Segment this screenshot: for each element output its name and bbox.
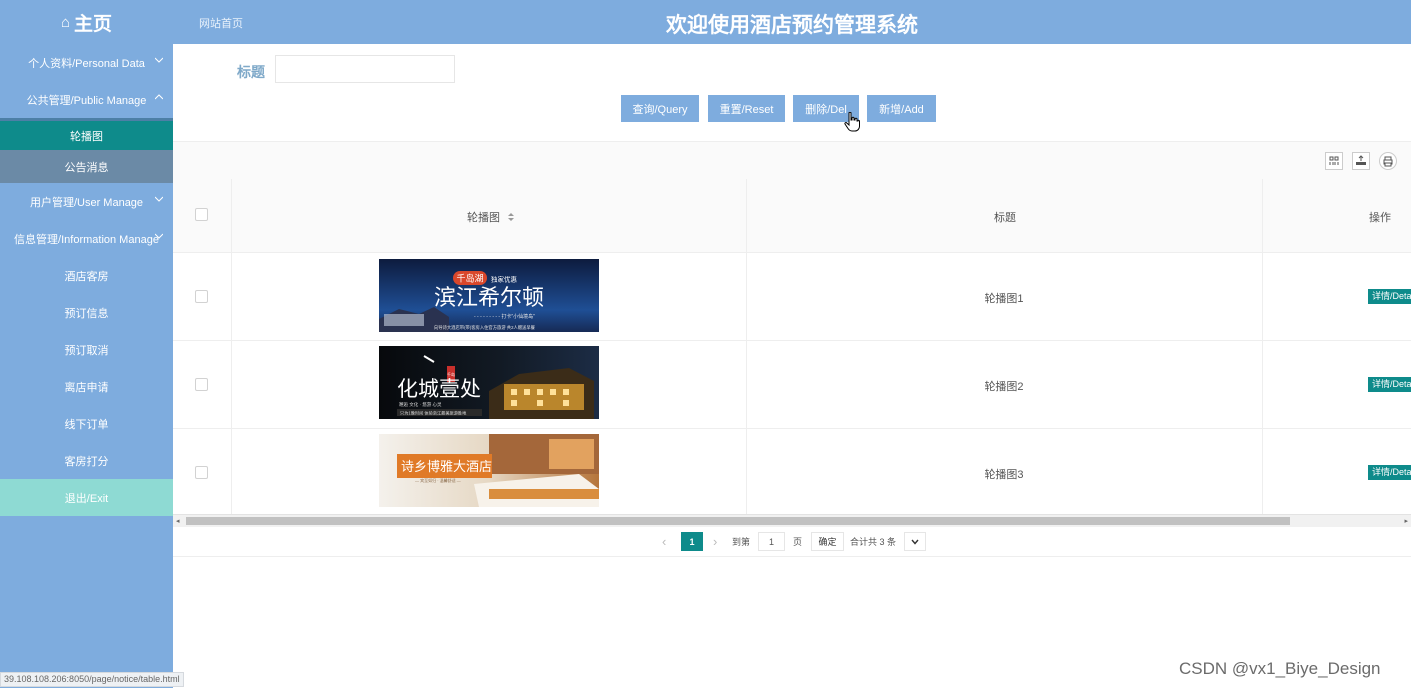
column-divider xyxy=(231,179,232,252)
home-logo[interactable]: ⌂ 主页 xyxy=(0,0,173,44)
hand-cursor-icon xyxy=(844,112,860,132)
sidebar-subitem-notice[interactable]: 公告消息 xyxy=(0,150,173,183)
scroll-right-icon[interactable]: ▸ xyxy=(1404,517,1408,525)
home-icon: ⌂ xyxy=(60,13,71,31)
thumb-headline: 诗乡博雅大酒店 xyxy=(401,460,492,475)
sidebar-menu: 个人资料/Personal Data 公共管理/Public Manage 轮播… xyxy=(0,44,173,516)
carousel-thumbnail[interactable]: 诗乡博雅大酒店 — 宾至如归 · 温馨舒适 — xyxy=(379,434,599,507)
page-1-button[interactable]: 1 xyxy=(681,532,703,551)
table-header: 轮播图 标题 操作 xyxy=(173,179,1411,253)
top-header: 网站首页 欢迎使用酒店预约管理系统 xyxy=(173,0,1411,44)
thumb-tag: 独家优惠 xyxy=(491,275,518,284)
column-divider xyxy=(1262,429,1263,516)
detail-button[interactable]: 详情/Detail xyxy=(1368,465,1411,480)
goto-confirm-button[interactable]: 确定 xyxy=(811,532,844,551)
scrollbar-thumb[interactable] xyxy=(186,517,1290,525)
home-label: 主页 xyxy=(74,13,113,35)
export-icon[interactable] xyxy=(1352,152,1370,170)
table-row: 诗乡博雅大酒店 — 宾至如归 · 温馨舒适 — 轮播图3 详情/Detail xyxy=(173,429,1411,517)
table-row: 千岛湖 独家优惠 滨江希尔顿 - - - - - - - - - 打卡“小仙境岛… xyxy=(173,253,1411,341)
column-divider xyxy=(1262,179,1263,252)
sort-icon xyxy=(508,213,515,221)
horizontal-scrollbar[interactable]: ◂ ▸ xyxy=(173,514,1411,527)
sidebar-item-information-manage[interactable]: 信息管理/Information Manage xyxy=(0,220,173,257)
chevron-down-icon xyxy=(911,539,919,545)
chevron-down-icon xyxy=(155,57,163,63)
next-page-icon[interactable]: › xyxy=(713,532,717,551)
sidebar-item-offline-orders[interactable]: 线下订单 xyxy=(0,405,173,442)
column-divider xyxy=(1262,341,1263,428)
page-title: 欢迎使用酒店预约管理系统 xyxy=(666,14,918,37)
search-title-input[interactable] xyxy=(275,55,455,83)
column-header-actions: 操作 xyxy=(1369,212,1391,224)
columns-icon[interactable] xyxy=(1325,152,1343,170)
row-title: 轮播图3 xyxy=(984,469,1024,481)
sidebar-item-room-rating[interactable]: 客房打分 xyxy=(0,442,173,479)
column-divider xyxy=(231,253,232,340)
table-row: 千岛 化城壹处 邂逅 文化 · 悠游 心灵 只为1晚时间 体验浙江最美旅游胜地 … xyxy=(173,341,1411,429)
sidebar-item-checkout-request[interactable]: 离店申请 xyxy=(0,368,173,405)
search-label: 标题 xyxy=(237,64,265,80)
table-toolbar xyxy=(173,141,1411,181)
carousel-thumbnail[interactable]: 千岛 化城壹处 邂逅 文化 · 悠游 心灵 只为1晚时间 体验浙江最美旅游胜地 xyxy=(379,346,599,419)
thumb-headline: 化城壹处 xyxy=(397,377,481,401)
column-divider xyxy=(231,429,232,516)
select-all-checkbox[interactable] xyxy=(195,208,208,221)
row-title: 轮播图1 xyxy=(984,293,1024,305)
sidebar-item-user-manage[interactable]: 用户管理/User Manage xyxy=(0,183,173,220)
column-divider xyxy=(231,341,232,428)
thumb-sub: 邂逅 文化 · 悠游 心灵 xyxy=(399,401,442,408)
thumb-headline: 滨江希尔顿 xyxy=(434,286,544,311)
column-divider xyxy=(746,179,747,252)
goto-label: 到第 xyxy=(732,537,751,547)
row-checkbox[interactable] xyxy=(195,466,208,479)
thumb-brand: 千岛湖 xyxy=(456,273,483,284)
prev-page-icon[interactable]: ‹ xyxy=(662,532,666,551)
status-bar-url: 39.108.108.206:8050/page/notice/table.ht… xyxy=(0,672,184,687)
reset-button[interactable]: 重置/Reset xyxy=(708,95,785,122)
row-title: 轮播图2 xyxy=(984,381,1024,393)
thumb-foot: 只为1晚时间 体验浙江最美旅游胜地 xyxy=(400,410,467,417)
sidebar-item-booking-cancel[interactable]: 预订取消 xyxy=(0,331,173,368)
print-icon[interactable] xyxy=(1379,152,1397,170)
total-count: 合计共 3 条 xyxy=(850,537,897,547)
sidebar-item-public-manage[interactable]: 公共管理/Public Manage xyxy=(0,81,173,118)
carousel-thumbnail[interactable]: 千岛湖 独家优惠 滨江希尔顿 - - - - - - - - - 打卡“小仙境岛… xyxy=(379,259,599,332)
watermark: CSDN @vx1_Biye_Design xyxy=(1179,659,1381,678)
chevron-down-icon xyxy=(155,196,163,202)
chevron-up-icon xyxy=(155,94,163,100)
detail-button[interactable]: 详情/Detail xyxy=(1368,377,1411,392)
add-button[interactable]: 新增/Add xyxy=(867,95,936,122)
sidebar-item-personal-data[interactable]: 个人资料/Personal Data xyxy=(0,44,173,81)
column-header-carousel[interactable]: 轮播图 xyxy=(467,209,515,225)
chevron-down-icon xyxy=(155,233,163,239)
scroll-left-icon[interactable]: ◂ xyxy=(176,517,180,525)
thumb-sub: — 宾至如归 · 温馨舒适 — xyxy=(415,477,461,483)
sidebar-item-exit[interactable]: 退出/Exit xyxy=(0,479,173,516)
column-header-title: 标题 xyxy=(994,212,1016,224)
pagination: ‹ 1 › 到第 1 页 确定 合计共 3 条 xyxy=(173,527,1411,557)
page-size-select[interactable] xyxy=(904,532,926,551)
thumb-sub: - - - - - - - - - 打卡“小仙境岛” xyxy=(474,313,535,320)
sidebar-item-bookings[interactable]: 预订信息 xyxy=(0,294,173,331)
query-button[interactable]: 查询/Query xyxy=(621,95,699,122)
row-checkbox[interactable] xyxy=(195,378,208,391)
sidebar-item-hotel-rooms[interactable]: 酒店客房 xyxy=(0,257,173,294)
page-unit-label: 页 xyxy=(793,537,803,547)
goto-page-input[interactable]: 1 xyxy=(758,532,785,551)
row-checkbox[interactable] xyxy=(195,290,208,303)
detail-button[interactable]: 详情/Detail xyxy=(1368,289,1411,304)
sidebar-subitem-carousel[interactable]: 轮播图 xyxy=(0,118,173,150)
sidebar: ⌂ 主页 个人资料/Personal Data 公共管理/Public Mana… xyxy=(0,0,184,688)
column-divider xyxy=(1262,253,1263,340)
thumb-foot: 向导诗大酒店带(带)客房入住官方旅游 共2人赠送早餐 xyxy=(434,324,536,331)
